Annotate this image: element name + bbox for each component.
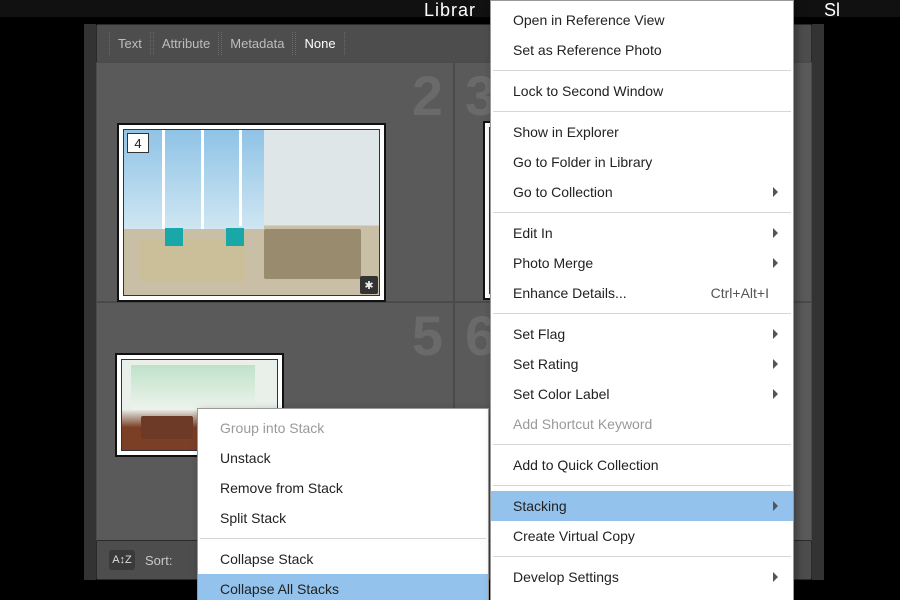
menu-separator bbox=[493, 485, 791, 486]
filter-tab-text[interactable]: Text bbox=[109, 32, 151, 55]
menu-item-enhance-details[interactable]: Enhance Details... Ctrl+Alt+I bbox=[491, 278, 793, 308]
menu-separator bbox=[493, 313, 791, 314]
menu-item-create-virtual-copy[interactable]: Create Virtual Copy bbox=[491, 521, 793, 551]
left-panel-rail[interactable] bbox=[84, 24, 96, 580]
cell-index: 2 bbox=[412, 63, 443, 128]
menu-separator bbox=[493, 111, 791, 112]
module-title: Librar bbox=[424, 0, 476, 21]
menu-item-lock-second-window[interactable]: Lock to Second Window bbox=[491, 76, 793, 106]
menu-item-goto-collection[interactable]: Go to Collection bbox=[491, 177, 793, 207]
menu-item-remove-from-stack[interactable]: Remove from Stack bbox=[198, 473, 488, 503]
sort-direction-icon[interactable]: A↕Z bbox=[109, 550, 135, 570]
right-panel-rail[interactable] bbox=[812, 24, 824, 580]
menu-item-open-reference-view[interactable]: Open in Reference View bbox=[491, 5, 793, 35]
grid-cell[interactable]: 2 4 ✱ bbox=[96, 62, 454, 302]
menu-item-group-into-stack: Group into Stack bbox=[198, 413, 488, 443]
develop-settings-icon[interactable]: ✱ bbox=[360, 276, 378, 294]
menu-item-set-flag[interactable]: Set Flag bbox=[491, 319, 793, 349]
context-submenu-stacking: Group into Stack Unstack Remove from Sta… bbox=[197, 408, 489, 600]
menu-item-stacking[interactable]: Stacking bbox=[491, 491, 793, 521]
filter-tab-metadata[interactable]: Metadata bbox=[221, 32, 293, 55]
menu-item-develop-settings[interactable]: Develop Settings bbox=[491, 562, 793, 592]
menu-item-goto-folder[interactable]: Go to Folder in Library bbox=[491, 147, 793, 177]
sort-label: Sort: bbox=[145, 553, 172, 568]
menu-item-set-rating[interactable]: Set Rating bbox=[491, 349, 793, 379]
menu-item-add-quick-collection[interactable]: Add to Quick Collection bbox=[491, 450, 793, 480]
menu-item-edit-in[interactable]: Edit In bbox=[491, 218, 793, 248]
thumbnail[interactable]: 4 ✱ bbox=[117, 123, 386, 302]
menu-item-show-in-explorer[interactable]: Show in Explorer bbox=[491, 117, 793, 147]
filter-tab-none[interactable]: None bbox=[295, 32, 344, 55]
menu-separator bbox=[493, 444, 791, 445]
menu-item-photo-merge[interactable]: Photo Merge bbox=[491, 248, 793, 278]
menu-item-set-reference-photo[interactable]: Set as Reference Photo bbox=[491, 35, 793, 65]
menu-separator bbox=[200, 538, 486, 539]
menu-item-set-color-label[interactable]: Set Color Label bbox=[491, 379, 793, 409]
thumbnail-image bbox=[123, 129, 380, 296]
context-menu-photo: Open in Reference View Set as Reference … bbox=[490, 0, 794, 600]
menu-separator bbox=[493, 212, 791, 213]
menu-separator bbox=[493, 70, 791, 71]
menu-item-unstack[interactable]: Unstack bbox=[198, 443, 488, 473]
menu-shortcut: Ctrl+Alt+I bbox=[711, 284, 769, 302]
app-root: Librar Sl Text Attribute Metadata None 2… bbox=[0, 0, 900, 600]
filter-tab-attribute[interactable]: Attribute bbox=[153, 32, 219, 55]
menu-item-collapse-stack[interactable]: Collapse Stack bbox=[198, 544, 488, 574]
menu-item-split-stack[interactable]: Split Stack bbox=[198, 503, 488, 533]
menu-item-collapse-all-stacks[interactable]: Collapse All Stacks bbox=[198, 574, 488, 600]
module-right-label: Sl bbox=[824, 0, 840, 21]
stack-count-badge[interactable]: 4 bbox=[127, 133, 149, 153]
menu-item-add-shortcut-keyword: Add Shortcut Keyword bbox=[491, 409, 793, 439]
cell-index: 5 bbox=[412, 303, 443, 368]
menu-item-label: Enhance Details... bbox=[513, 285, 627, 301]
menu-separator bbox=[493, 556, 791, 557]
menu-item-metadata-presets[interactable]: Metadata Presets bbox=[491, 592, 793, 600]
